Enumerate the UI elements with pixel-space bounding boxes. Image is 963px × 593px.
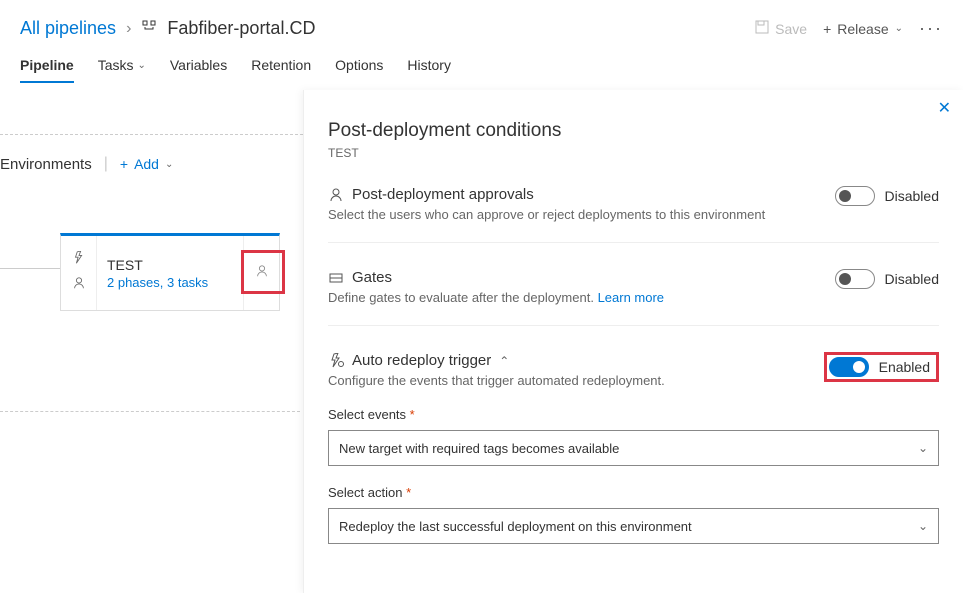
approvals-state-label: Disabled xyxy=(885,188,939,204)
stage-name: TEST xyxy=(107,257,233,273)
select-action-label: Select action * xyxy=(328,485,411,500)
add-label: Add xyxy=(134,156,159,172)
user-icon xyxy=(328,187,344,203)
tab-history[interactable]: History xyxy=(407,49,451,83)
gates-state-label: Disabled xyxy=(885,271,939,287)
chevron-down-icon: ⌄ xyxy=(895,23,903,34)
approvals-description: Select the users who can approve or reje… xyxy=(328,207,939,222)
select-action-value: Redeploy the last successful deployment … xyxy=(339,519,692,534)
user-icon xyxy=(255,264,269,283)
more-menu-button[interactable]: ··· xyxy=(919,18,943,39)
environments-title: Environments xyxy=(0,156,92,173)
tab-tasks[interactable]: Tasks ⌄ xyxy=(98,49,146,83)
chevron-up-icon[interactable]: ⌃ xyxy=(499,354,509,368)
trigger-icon xyxy=(72,251,86,270)
redeploy-title: Auto redeploy trigger xyxy=(352,352,491,369)
gates-toggle[interactable] xyxy=(835,269,875,289)
chevron-down-icon: ⌄ xyxy=(918,519,928,533)
stage-card[interactable]: TEST 2 phases, 3 tasks xyxy=(60,233,280,311)
redeploy-section: Auto redeploy trigger ⌃ Configure the ev… xyxy=(328,352,939,544)
gates-description: Define gates to evaluate after the deplo… xyxy=(328,290,939,305)
redeploy-toggle[interactable] xyxy=(829,357,869,377)
panel-title: Post-deployment conditions xyxy=(328,120,939,142)
divider xyxy=(0,411,300,412)
tab-retention[interactable]: Retention xyxy=(251,49,311,83)
page-title: Fabfiber-portal.CD xyxy=(167,18,315,39)
divider xyxy=(328,325,939,326)
trigger-icon xyxy=(328,353,344,369)
save-icon xyxy=(755,20,769,37)
chevron-right-icon: › xyxy=(126,20,131,38)
release-label: Release xyxy=(837,21,888,37)
chevron-down-icon: ⌄ xyxy=(137,60,145,71)
chevron-down-icon: ⌄ xyxy=(918,441,928,455)
add-environment-button[interactable]: + Add ⌄ xyxy=(120,156,174,172)
divider: | xyxy=(104,155,108,173)
close-button[interactable]: ✕ xyxy=(938,98,951,118)
gates-title: Gates xyxy=(352,269,392,286)
gates-icon xyxy=(328,270,344,286)
post-conditions-button[interactable] xyxy=(243,236,279,310)
breadcrumb-root-link[interactable]: All pipelines xyxy=(20,18,116,39)
panel-subtitle: TEST xyxy=(328,146,939,160)
close-icon: ✕ xyxy=(938,100,951,117)
tab-options[interactable]: Options xyxy=(335,49,383,83)
release-button[interactable]: + Release ⌄ xyxy=(823,21,903,37)
select-events-dropdown[interactable]: New target with required tags becomes av… xyxy=(328,430,939,466)
tab-pipeline[interactable]: Pipeline xyxy=(20,49,74,83)
select-action-dropdown[interactable]: Redeploy the last successful deployment … xyxy=(328,508,939,544)
plus-icon: + xyxy=(120,156,128,172)
plus-icon: + xyxy=(823,21,831,37)
connector-line xyxy=(0,268,60,269)
approvals-section: Post-deployment approvals Select the use… xyxy=(328,186,939,222)
approvals-toggle[interactable] xyxy=(835,186,875,206)
redeploy-state-label: Enabled xyxy=(879,359,930,375)
tab-tasks-label: Tasks xyxy=(98,57,134,73)
stage-meta-link[interactable]: 2 phases, 3 tasks xyxy=(107,275,233,290)
save-button[interactable]: Save xyxy=(755,20,807,37)
tab-variables[interactable]: Variables xyxy=(170,49,227,83)
pipeline-icon xyxy=(141,19,157,38)
gates-section: Gates Define gates to evaluate after the… xyxy=(328,269,939,305)
learn-more-link[interactable]: Learn more xyxy=(598,290,664,305)
annotation-highlight: Enabled xyxy=(824,352,939,382)
select-events-value: New target with required tags becomes av… xyxy=(339,441,619,456)
save-label: Save xyxy=(775,21,807,37)
select-events-label: Select events * xyxy=(328,407,415,422)
gates-desc-text: Define gates to evaluate after the deplo… xyxy=(328,290,598,305)
pre-conditions-button[interactable] xyxy=(61,236,97,310)
approvals-title: Post-deployment approvals xyxy=(352,186,534,203)
post-deployment-panel: ✕ Post-deployment conditions TEST Post-d… xyxy=(303,90,963,593)
tabs: Pipeline Tasks ⌄ Variables Retention Opt… xyxy=(0,49,963,84)
user-icon xyxy=(72,276,86,295)
divider xyxy=(328,242,939,243)
breadcrumb: All pipelines › Fabfiber-portal.CD Save … xyxy=(0,0,963,49)
chevron-down-icon: ⌄ xyxy=(165,159,173,170)
